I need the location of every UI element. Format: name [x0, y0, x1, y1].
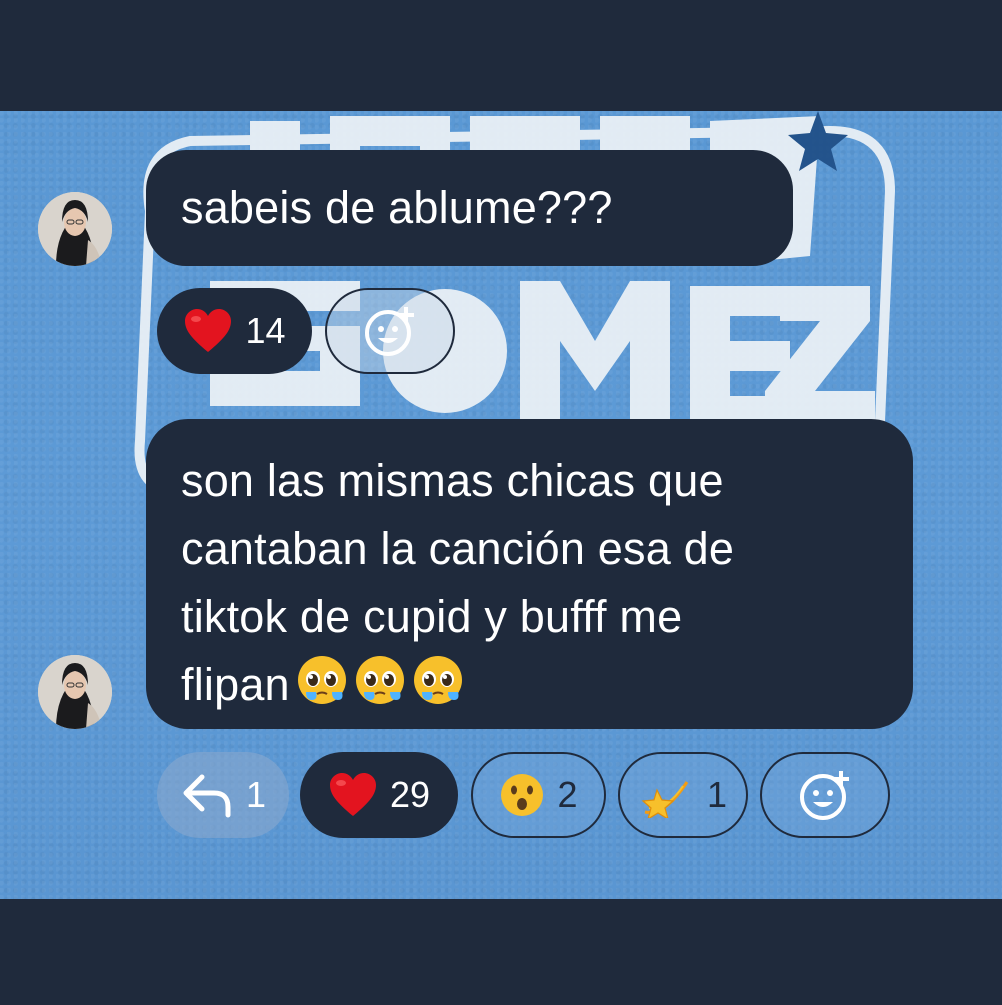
pleading-face-icon [354, 654, 406, 706]
add-reaction-icon [797, 767, 853, 823]
reaction-heart-button[interactable]: 14 [157, 288, 312, 374]
bottom-bar [0, 899, 1002, 1005]
reply-count: 1 [245, 774, 267, 815]
avatar-photo [38, 192, 112, 266]
message-line: flipan [181, 659, 290, 710]
sender-avatar[interactable] [38, 192, 112, 266]
message-line: tiktok de cupid y bufff me [181, 591, 683, 642]
reaction-count: 29 [389, 774, 431, 815]
add-reaction-button[interactable] [325, 288, 455, 374]
message-bubble[interactable]: sabeis de ablume??? [146, 150, 793, 266]
message-line: son las mismas chicas que [181, 455, 724, 506]
message-line: sabeis de ablume??? [181, 182, 613, 233]
reaction-count: 1 [706, 774, 728, 815]
top-bar [0, 0, 1002, 111]
dizzy-star-icon [639, 772, 695, 818]
message-bubble[interactable]: son las mismas chicas que cantaban la ca… [146, 419, 913, 729]
heart-icon [328, 772, 378, 818]
reaction-count: 14 [245, 310, 286, 351]
add-reaction-icon [362, 303, 418, 359]
surprised-face-icon [499, 772, 545, 818]
message-line-last: flipan [181, 653, 901, 721]
avatar-photo [38, 655, 112, 729]
message-text: son las mismas chicas que cantaban la ca… [181, 449, 901, 721]
reply-arrow-icon [180, 771, 234, 819]
heart-icon [183, 308, 233, 354]
reaction-count: 2 [557, 774, 578, 815]
reaction-heart-button[interactable]: 29 [300, 752, 458, 838]
reaction-dizzy-button[interactable]: 1 [618, 752, 748, 838]
pleading-face-icon [296, 654, 348, 706]
reply-count-button[interactable]: 1 [157, 752, 289, 838]
reaction-surprised-button[interactable]: 2 [471, 752, 606, 838]
pleading-face-icon [412, 654, 464, 706]
message-line: cantaban la canción esa de [181, 523, 735, 574]
sender-avatar[interactable] [38, 655, 112, 729]
message-text: sabeis de ablume??? [181, 176, 613, 244]
add-reaction-button[interactable] [760, 752, 890, 838]
